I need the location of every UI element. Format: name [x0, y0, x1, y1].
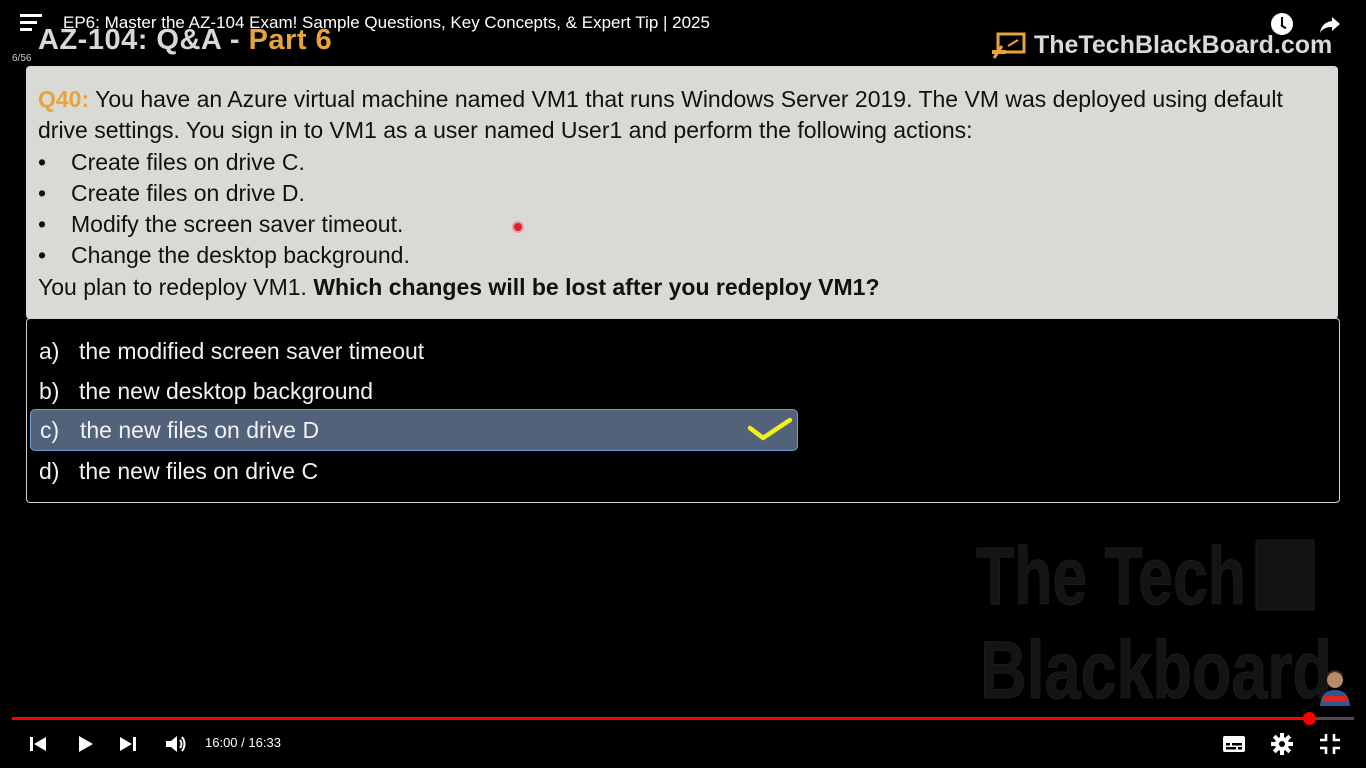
checkmark-icon — [747, 417, 793, 441]
watermark-line-2: Blackboard — [980, 625, 1332, 710]
question-text-1: You have an Azure virtual machine named … — [89, 86, 1283, 112]
answer-text: the modified screen saver timeout — [79, 337, 425, 364]
time-separator: / — [237, 735, 249, 750]
answer-text: the new files on drive C — [79, 457, 319, 484]
watermark-line-1: The Tech — [976, 531, 1246, 622]
question-number: Q40: — [38, 86, 90, 112]
blackboard-icon — [992, 32, 1026, 59]
answer-text: the new desktop background — [79, 377, 374, 404]
question-bullet: • Create files on drive D. — [38, 178, 1326, 209]
subtitles-icon[interactable] — [1222, 733, 1246, 755]
volume-icon[interactable] — [164, 733, 188, 755]
bullet-text: Change the desktop background. — [71, 242, 410, 269]
question-bullet: • Change the desktop background. — [38, 240, 1326, 271]
progress-played — [12, 717, 1310, 720]
laser-pointer-dot — [514, 223, 522, 231]
answer-option-c[interactable]: c) the new files on drive D — [30, 409, 798, 451]
answer-letter: d) — [39, 457, 60, 484]
next-icon[interactable] — [118, 734, 138, 754]
answer-letter: c) — [40, 416, 60, 443]
question-closing-bold: Which changes will be lost after you red… — [313, 273, 880, 300]
progress-bar[interactable] — [12, 712, 1354, 725]
question-line-2: drive settings. You sign in to VM1 as a … — [38, 117, 973, 144]
settings-icon[interactable] — [1270, 732, 1294, 756]
bullet-text: Create files on drive C. — [71, 148, 305, 175]
answer-letter: b) — [39, 377, 60, 404]
question-closing-plain: You plan to redeploy VM1. — [38, 273, 314, 300]
progress-scrubber[interactable] — [1303, 712, 1317, 725]
question-bullet: • Create files on drive C. — [38, 147, 1326, 178]
answers-panel: a) the modified screen saver timeout b) … — [26, 318, 1340, 503]
slide-title-prefix: AZ-104: Q&A - — [38, 24, 249, 56]
current-time: 16:00 — [205, 735, 238, 750]
play-icon[interactable] — [74, 733, 96, 755]
question-bullet: • Modify the screen saver timeout. — [38, 209, 1326, 240]
previous-icon[interactable] — [28, 734, 48, 754]
exit-fullscreen-icon[interactable] — [1318, 732, 1342, 756]
answer-option-a[interactable]: a) the modified screen saver timeout — [37, 332, 799, 370]
brand-watermark: The Tech Blackboard — [976, 531, 1333, 711]
question-panel: Q40: You have an Azure virtual machine n… — [26, 66, 1338, 319]
answer-option-b[interactable]: b) the new desktop background — [37, 372, 799, 410]
presenter-avatar — [1320, 670, 1350, 706]
answer-text: the new files on drive D — [80, 416, 320, 443]
slide-title-part: Part 6 — [248, 24, 333, 56]
question-line-1: Q40: You have an Azure virtual machine n… — [38, 84, 1326, 115]
chapter-counter: 6/56 — [12, 53, 32, 64]
brand-text: TheTechBlackBoard.com — [1034, 31, 1333, 59]
duration: 16:33 — [248, 735, 281, 750]
time-display: 16:00 / 16:33 — [205, 735, 281, 750]
answer-letter: a) — [39, 337, 60, 364]
question-closing: You plan to redeploy VM1. Which changes … — [38, 272, 1326, 303]
answer-option-d[interactable]: d) the new files on drive C — [37, 452, 799, 490]
bullet-text: Create files on drive D. — [71, 179, 305, 206]
slide-title: AZ-104: Q&A - Part 6 — [38, 24, 332, 57]
bullet-text: Modify the screen saver timeout. — [71, 211, 404, 238]
